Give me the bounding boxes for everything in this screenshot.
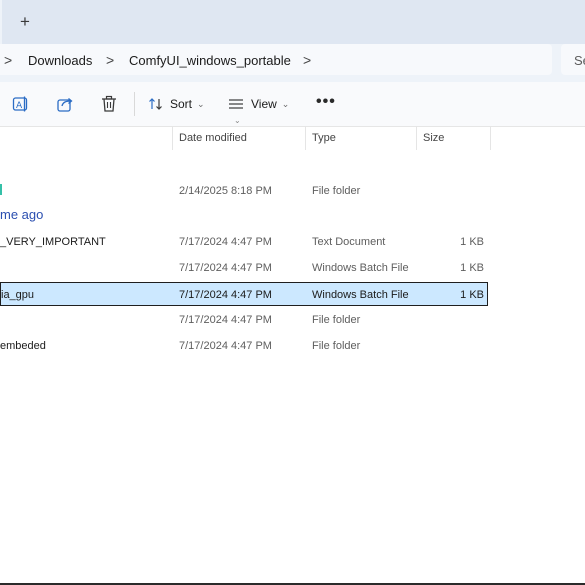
file-size: 1 KB	[460, 262, 484, 274]
file-type: Windows Batch File	[312, 262, 409, 274]
breadcrumb-separator-icon[interactable]: >	[303, 52, 311, 68]
column-separator[interactable]	[416, 126, 417, 150]
svg-text:A: A	[16, 101, 23, 111]
file-size: 1 KB	[460, 289, 484, 301]
view-label: View	[251, 97, 277, 111]
file-date: 7/17/2024 4:47 PM	[179, 314, 272, 326]
file-date: 7/17/2024 4:47 PM	[179, 262, 272, 274]
new-tab-button[interactable]: +	[12, 9, 38, 35]
breadcrumb-separator-icon[interactable]: >	[106, 52, 114, 68]
active-tab-edge[interactable]	[0, 0, 2, 44]
column-separator[interactable]	[490, 126, 491, 150]
tab-strip: +	[0, 0, 585, 44]
view-icon	[229, 99, 243, 109]
chevron-down-icon: ⌄	[197, 98, 205, 109]
list-item[interactable]: 2/14/2025 8:18 PM File folder	[0, 179, 490, 203]
sort-caret-icon: ⌄	[234, 116, 241, 125]
list-item[interactable]: _VERY_IMPORTANT 7/17/2024 4:47 PM Text D…	[0, 230, 490, 254]
address-row: > Downloads > ComfyUI_windows_portable >…	[0, 44, 585, 82]
toolbar-divider	[134, 92, 135, 116]
file-name: embeded	[0, 340, 46, 352]
sort-icon	[149, 98, 162, 110]
sort-button[interactable]: Sort ⌄	[148, 94, 205, 114]
chevron-down-icon: ⌄	[281, 98, 290, 109]
list-item-selected[interactable]: ia_gpu 7/17/2024 4:47 PM Windows Batch F…	[0, 282, 488, 306]
column-header-row: Date modified Type Size	[0, 126, 585, 150]
breadcrumb-separator-icon[interactable]: >	[4, 52, 12, 68]
breadcrumb-downloads[interactable]: Downloads	[28, 53, 92, 68]
file-date: 7/17/2024 4:47 PM	[179, 340, 272, 352]
column-separator[interactable]	[305, 126, 306, 150]
sort-label: Sort	[170, 97, 193, 111]
column-separator[interactable]	[172, 126, 173, 150]
file-size: 1 KB	[460, 236, 484, 248]
file-date: 2/14/2025 8:18 PM	[179, 185, 272, 197]
delete-icon[interactable]	[100, 95, 118, 113]
file-name: ia_gpu	[1, 289, 35, 301]
list-item[interactable]: embeded 7/17/2024 4:47 PM File folder	[0, 334, 490, 358]
file-type: Windows Batch File	[312, 289, 409, 301]
share-icon[interactable]	[56, 95, 74, 113]
file-name: _VERY_IMPORTANT	[0, 236, 106, 248]
list-item[interactable]: 7/17/2024 4:47 PM File folder	[0, 308, 490, 332]
list-item[interactable]: 7/17/2024 4:47 PM Windows Batch File 1 K…	[0, 256, 490, 280]
column-date-modified[interactable]: Date modified	[179, 126, 247, 150]
file-date: 7/17/2024 4:47 PM	[179, 236, 272, 248]
file-type: File folder	[312, 314, 361, 326]
file-type: File folder	[312, 185, 361, 197]
file-type: File folder	[312, 340, 361, 352]
rename-icon[interactable]: A	[12, 95, 30, 113]
command-bar: A Sort ⌄ View ⌄ •••	[0, 82, 585, 127]
group-header[interactable]: me ago	[0, 207, 43, 222]
file-date: 7/17/2024 4:47 PM	[179, 289, 272, 301]
column-size[interactable]: Size	[423, 126, 444, 150]
file-type: Text Document	[312, 236, 386, 248]
view-button[interactable]: View ⌄	[228, 94, 289, 114]
more-options-button[interactable]: •••	[316, 93, 336, 111]
column-type[interactable]: Type	[312, 126, 336, 150]
search-input[interactable]: Se	[574, 53, 585, 68]
breadcrumb-comfyui-portable[interactable]: ComfyUI_windows_portable	[129, 53, 291, 68]
